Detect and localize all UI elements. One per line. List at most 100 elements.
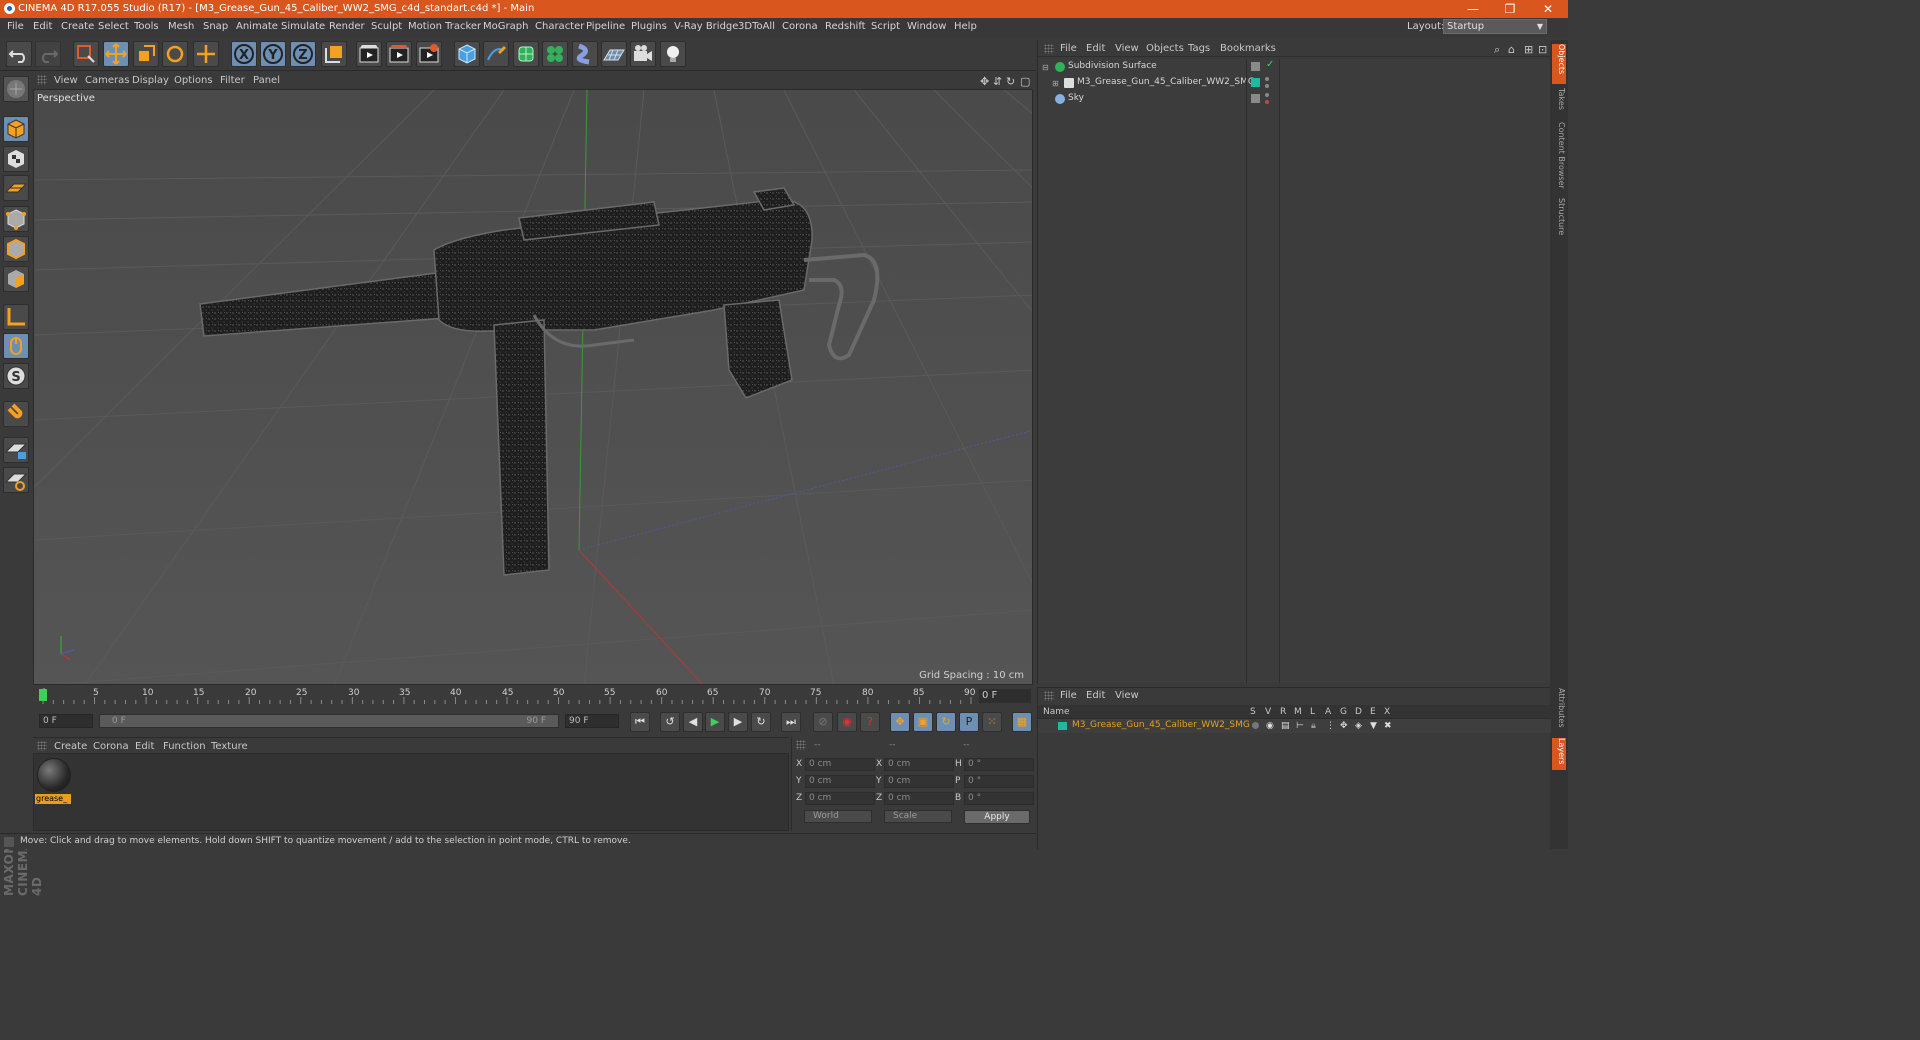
solo-toggle-icon[interactable]	[1252, 722, 1259, 729]
restore-button[interactable]: ❐	[1492, 0, 1528, 18]
menu-tools[interactable]: Tools	[134, 21, 159, 32]
menu-3dtoall[interactable]: 3DToAll	[738, 21, 775, 32]
timeline-ruler[interactable]: 0 5 10 15 20 25 30 35 40 45 50 55 60 65 …	[33, 686, 1035, 706]
material-preview-ball[interactable]	[37, 758, 71, 792]
new-view-icon[interactable]: ⊞	[1524, 43, 1533, 56]
layer-tag-icon[interactable]	[1251, 62, 1260, 71]
record-position-button[interactable]: ✥	[890, 712, 910, 732]
viewport-maximize-icon[interactable]: ▢	[1020, 75, 1030, 88]
previous-frame-button[interactable]: ◀	[683, 712, 703, 732]
size-y-field[interactable]: 0 cm	[884, 775, 954, 788]
menu-character[interactable]: Character	[535, 21, 584, 32]
end-frame-field[interactable]: 90 F	[565, 714, 619, 728]
minimize-button[interactable]: —	[1455, 0, 1491, 18]
workplane-lock-button[interactable]	[3, 437, 29, 463]
cloner-button[interactable]	[542, 41, 568, 67]
menu-mograph[interactable]: MoGraph	[483, 21, 528, 32]
column-animation[interactable]: A	[1325, 707, 1331, 717]
column-manager[interactable]: M	[1294, 707, 1302, 717]
object-row[interactable]: Sky	[1038, 91, 1551, 107]
render-dot-icon[interactable]	[1265, 84, 1269, 88]
column-divider[interactable]	[1246, 59, 1247, 683]
workplane-mode-button[interactable]	[3, 175, 29, 201]
make-editable-button[interactable]	[3, 76, 29, 102]
material-menu-function[interactable]: Function	[163, 741, 206, 752]
om-menu-view[interactable]: View	[1115, 43, 1139, 54]
lm-menu-file[interactable]: File	[1060, 690, 1077, 701]
size-x-field[interactable]: 0 cm	[884, 758, 954, 771]
y-axis-button[interactable]: Y	[260, 41, 286, 67]
visibility-dot-icon[interactable]	[1265, 77, 1269, 81]
visibility-dot-icon[interactable]	[1265, 93, 1269, 97]
record-parameter-button[interactable]: P	[959, 712, 979, 732]
menu-vray-bridge[interactable]: V-Ray Bridge	[674, 21, 738, 32]
om-menu-bookmarks[interactable]: Bookmarks	[1220, 43, 1276, 54]
pos-z-field[interactable]: 0 cm	[805, 792, 875, 805]
column-generators[interactable]: G	[1340, 707, 1347, 717]
object-row[interactable]: ⊞ M3_Grease_Gun_45_Caliber_WW2_SMG	[1038, 75, 1551, 91]
collapse-icon[interactable]: ⊟	[1042, 63, 1049, 72]
tab-attributes[interactable]: Attributes	[1552, 688, 1566, 730]
subdivision-surface-button[interactable]	[513, 41, 539, 67]
render-dot-icon[interactable]	[1265, 100, 1269, 104]
undo-button[interactable]	[6, 41, 32, 67]
floor-button[interactable]	[601, 41, 627, 67]
render-view-button[interactable]	[356, 41, 382, 67]
generators-icon[interactable]: ✥	[1340, 721, 1348, 731]
layer-row[interactable]: M3_Grease_Gun_45_Caliber_WW2_SMG ◉ ▤ ⊢ 🔒…	[1038, 719, 1551, 733]
layout-dropdown[interactable]: Startup ▼	[1443, 19, 1547, 34]
rotate-tool-button[interactable]	[162, 41, 188, 67]
manager-icon[interactable]: ⊢	[1296, 721, 1304, 731]
record-active-objects-button[interactable]: ⊘	[813, 712, 833, 732]
menu-render[interactable]: Render	[329, 21, 365, 32]
column-deformers[interactable]: D	[1355, 707, 1362, 717]
menu-help[interactable]: Help	[954, 21, 977, 32]
layer-color-icon[interactable]	[1251, 78, 1260, 87]
viewport-menu-panel[interactable]: Panel	[253, 75, 280, 86]
layer-tag-icon[interactable]	[1251, 94, 1260, 103]
timeline-window-button[interactable]: ▦	[1012, 712, 1032, 732]
perspective-viewport[interactable]: Perspective Grid Spacing : 10 cm	[33, 89, 1033, 685]
pos-y-field[interactable]: 0 cm	[805, 775, 875, 788]
size-z-field[interactable]: 0 cm	[884, 792, 954, 805]
viewport-dolly-icon[interactable]: ⇵	[993, 75, 1002, 88]
material-menu-edit[interactable]: Edit	[135, 741, 154, 752]
menu-pipeline[interactable]: Pipeline	[586, 21, 625, 32]
close-button[interactable]: ✕	[1530, 0, 1566, 18]
x-axis-button[interactable]: X	[231, 41, 257, 67]
coordinate-system-button[interactable]	[321, 41, 347, 67]
tab-objects[interactable]: Objects	[1552, 44, 1566, 84]
object-row[interactable]: ⊟ Subdivision Surface ✓	[1038, 59, 1551, 75]
cube-button[interactable]	[454, 41, 480, 67]
material-menu-corona[interactable]: Corona	[93, 741, 129, 752]
tweak-mode-button[interactable]	[3, 333, 29, 359]
viewport-pan-icon[interactable]: ✥	[980, 75, 989, 88]
menu-redshift[interactable]: Redshift	[825, 21, 866, 32]
viewport-menu-filter[interactable]: Filter	[220, 75, 245, 86]
polygons-mode-button[interactable]	[3, 266, 29, 292]
lm-menu-edit[interactable]: Edit	[1086, 690, 1105, 701]
menu-motion-tracker[interactable]: Motion Tracker	[408, 21, 481, 32]
tab-takes[interactable]: Takes	[1552, 88, 1566, 118]
planar-workplane-button[interactable]	[3, 467, 29, 493]
viewport-rotate-icon[interactable]: ↻	[1006, 75, 1015, 88]
column-xref[interactable]: X	[1384, 707, 1390, 717]
column-view[interactable]: V	[1265, 707, 1271, 717]
material-menu-create[interactable]: Create	[54, 741, 87, 752]
live-selection-button[interactable]	[73, 41, 99, 67]
visible-eye-icon[interactable]: ◉	[1266, 721, 1274, 731]
pos-x-field[interactable]: 0 cm	[805, 758, 875, 771]
record-scale-button[interactable]: ▣	[913, 712, 933, 732]
light-button[interactable]	[660, 41, 686, 67]
material-menu-texture[interactable]: Texture	[211, 741, 248, 752]
home-icon[interactable]: ⌂	[1508, 43, 1515, 56]
render-icon[interactable]: ▤	[1281, 721, 1290, 731]
menu-plugins[interactable]: Plugins	[631, 21, 667, 32]
go-to-previous-key-button[interactable]: ↺	[660, 712, 680, 732]
column-divider[interactable]	[1279, 59, 1280, 683]
expand-icon[interactable]: ⊞	[1052, 79, 1059, 88]
render-picture-viewer-button[interactable]	[386, 41, 412, 67]
menu-edit[interactable]: Edit	[33, 21, 52, 32]
expressions-icon[interactable]: ▼	[1370, 721, 1377, 731]
record-rotation-button[interactable]: ↻	[936, 712, 956, 732]
